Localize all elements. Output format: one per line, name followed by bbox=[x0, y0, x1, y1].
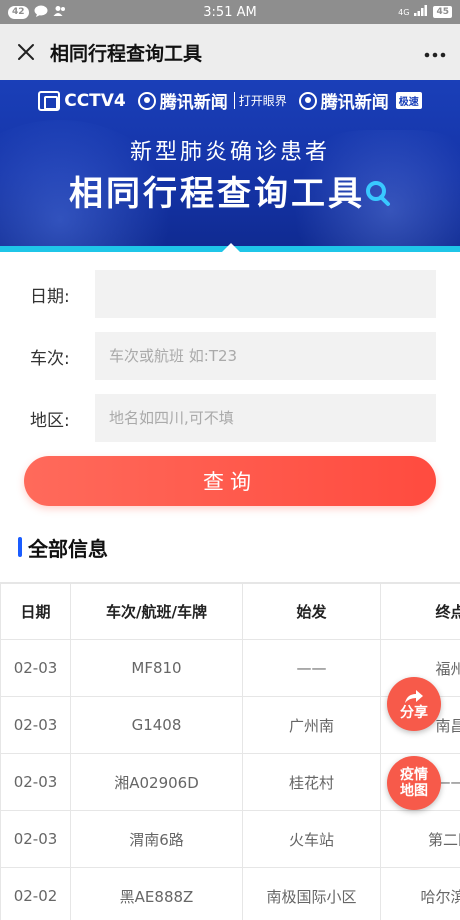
map-label-line2: 地图 bbox=[400, 783, 428, 799]
signal-icon bbox=[414, 5, 428, 19]
battery-indicator: 45 bbox=[433, 6, 452, 18]
banner-subtitle: 新型肺炎确诊患者 bbox=[129, 140, 330, 165]
cctv4-logo: CCTV4 bbox=[38, 90, 126, 111]
search-button[interactable]: 查询 bbox=[24, 456, 436, 506]
section-accent-bar bbox=[18, 537, 22, 557]
chat-bubble-icon bbox=[34, 5, 48, 20]
clock: 3:51 AM bbox=[203, 4, 257, 20]
date-field[interactable] bbox=[95, 270, 436, 318]
share-arrow-icon bbox=[405, 689, 423, 703]
more-options-button[interactable] bbox=[424, 41, 446, 63]
map-label-line1: 疫情 bbox=[400, 767, 428, 783]
tencent-tagline: 打开眼界 bbox=[233, 92, 287, 109]
hero-banner: CCTV4 腾讯新闻 打开眼界 腾讯新闻 极速 新型肺炎确诊患者 相同行程查询工… bbox=[0, 80, 460, 252]
region-row: 地区: bbox=[30, 394, 436, 442]
header-origin: 始发 bbox=[242, 583, 381, 640]
cell-date: 02-03 bbox=[0, 639, 71, 697]
title-bar: 相同行程查询工具 bbox=[0, 24, 460, 80]
cell-origin: —— bbox=[242, 639, 381, 697]
close-icon bbox=[18, 44, 34, 60]
close-button[interactable] bbox=[14, 40, 38, 64]
status-bar: 42 3:51 AM 4G 45 bbox=[0, 0, 460, 24]
cell-train: G1408 bbox=[70, 696, 243, 754]
page-title: 相同行程查询工具 bbox=[50, 42, 203, 65]
tencent-news-speed-logo: 腾讯新闻 极速 bbox=[298, 88, 422, 113]
cell-origin: 桂花村 bbox=[242, 753, 381, 811]
cell-date: 02-03 bbox=[0, 753, 71, 811]
header-train: 车次/航班/车牌 bbox=[70, 583, 243, 640]
header-date: 日期 bbox=[0, 583, 71, 640]
search-form: 日期: 车次: 地区: bbox=[0, 252, 460, 442]
cell-date: 02-03 bbox=[0, 810, 71, 868]
share-label: 分享 bbox=[400, 704, 428, 721]
cctv-icon bbox=[38, 90, 61, 111]
train-label: 车次: bbox=[30, 348, 70, 369]
cell-train: 湘A02906D bbox=[70, 753, 243, 811]
status-left: 42 bbox=[8, 5, 67, 20]
results-table: 日期 车次/航班/车牌 始发 终点 02-03 MF810 —— 福州 02-0… bbox=[0, 583, 460, 920]
cell-date: 02-02 bbox=[0, 867, 71, 920]
region-label: 地区: bbox=[30, 410, 70, 431]
cell-date: 02-03 bbox=[0, 696, 71, 754]
banner-notch bbox=[222, 243, 240, 252]
notification-count-badge: 42 bbox=[8, 5, 29, 19]
more-dots-icon bbox=[424, 52, 446, 58]
date-label: 日期: bbox=[30, 286, 70, 307]
tencent-news-speed-text: 腾讯新闻 bbox=[320, 93, 389, 113]
cell-destination: 哈尔滨传 bbox=[380, 867, 460, 920]
header-destination: 终点 bbox=[380, 583, 460, 640]
cell-train: MF810 bbox=[70, 639, 243, 697]
date-row: 日期: bbox=[30, 270, 436, 318]
tencent-news-logo: 腾讯新闻 打开眼界 bbox=[137, 88, 287, 113]
cctv-logo-text: CCTV4 bbox=[64, 90, 126, 111]
train-row: 车次: bbox=[30, 332, 436, 380]
cell-destination: 第二医 bbox=[380, 810, 460, 868]
table-header-row: 日期 车次/航班/车牌 始发 终点 bbox=[0, 583, 460, 640]
train-field[interactable] bbox=[95, 332, 436, 380]
signal-label: 4G bbox=[398, 7, 410, 17]
people-icon bbox=[53, 5, 67, 20]
cell-origin: 广州南 bbox=[242, 696, 381, 754]
section-heading: 全部信息 bbox=[18, 532, 460, 562]
magnifier-icon bbox=[365, 174, 391, 214]
cell-origin: 南极国际小区 bbox=[242, 867, 381, 920]
cell-train: 渭南6路 bbox=[70, 810, 243, 868]
region-field[interactable] bbox=[95, 394, 436, 442]
tencent-news-speed-icon bbox=[298, 91, 317, 110]
share-button[interactable]: 分享 bbox=[387, 677, 441, 731]
results-table-container[interactable]: 日期 车次/航班/车牌 始发 终点 02-03 MF810 —— 福州 02-0… bbox=[0, 582, 460, 920]
banner-headline: 相同行程查询工具 bbox=[0, 166, 460, 215]
tencent-news-icon bbox=[137, 91, 156, 110]
cell-origin: 火车站 bbox=[242, 810, 381, 868]
epidemic-map-button[interactable]: 疫情 地图 bbox=[387, 756, 441, 810]
partner-logos: CCTV4 腾讯新闻 打开眼界 腾讯新闻 极速 bbox=[0, 88, 460, 113]
speed-tag: 极速 bbox=[395, 92, 422, 109]
status-right: 4G 45 bbox=[398, 5, 452, 19]
table-row[interactable]: 02-03 渭南6路 火车站 第二医 bbox=[0, 810, 460, 868]
section-title: 全部信息 bbox=[28, 536, 108, 561]
cell-train: 黑AE888Z bbox=[70, 867, 243, 920]
tencent-news-text: 腾讯新闻 bbox=[159, 93, 228, 113]
table-row[interactable]: 02-02 黑AE888Z 南极国际小区 哈尔滨传 bbox=[0, 867, 460, 920]
banner-headline-text: 相同行程查询工具 bbox=[69, 174, 365, 214]
